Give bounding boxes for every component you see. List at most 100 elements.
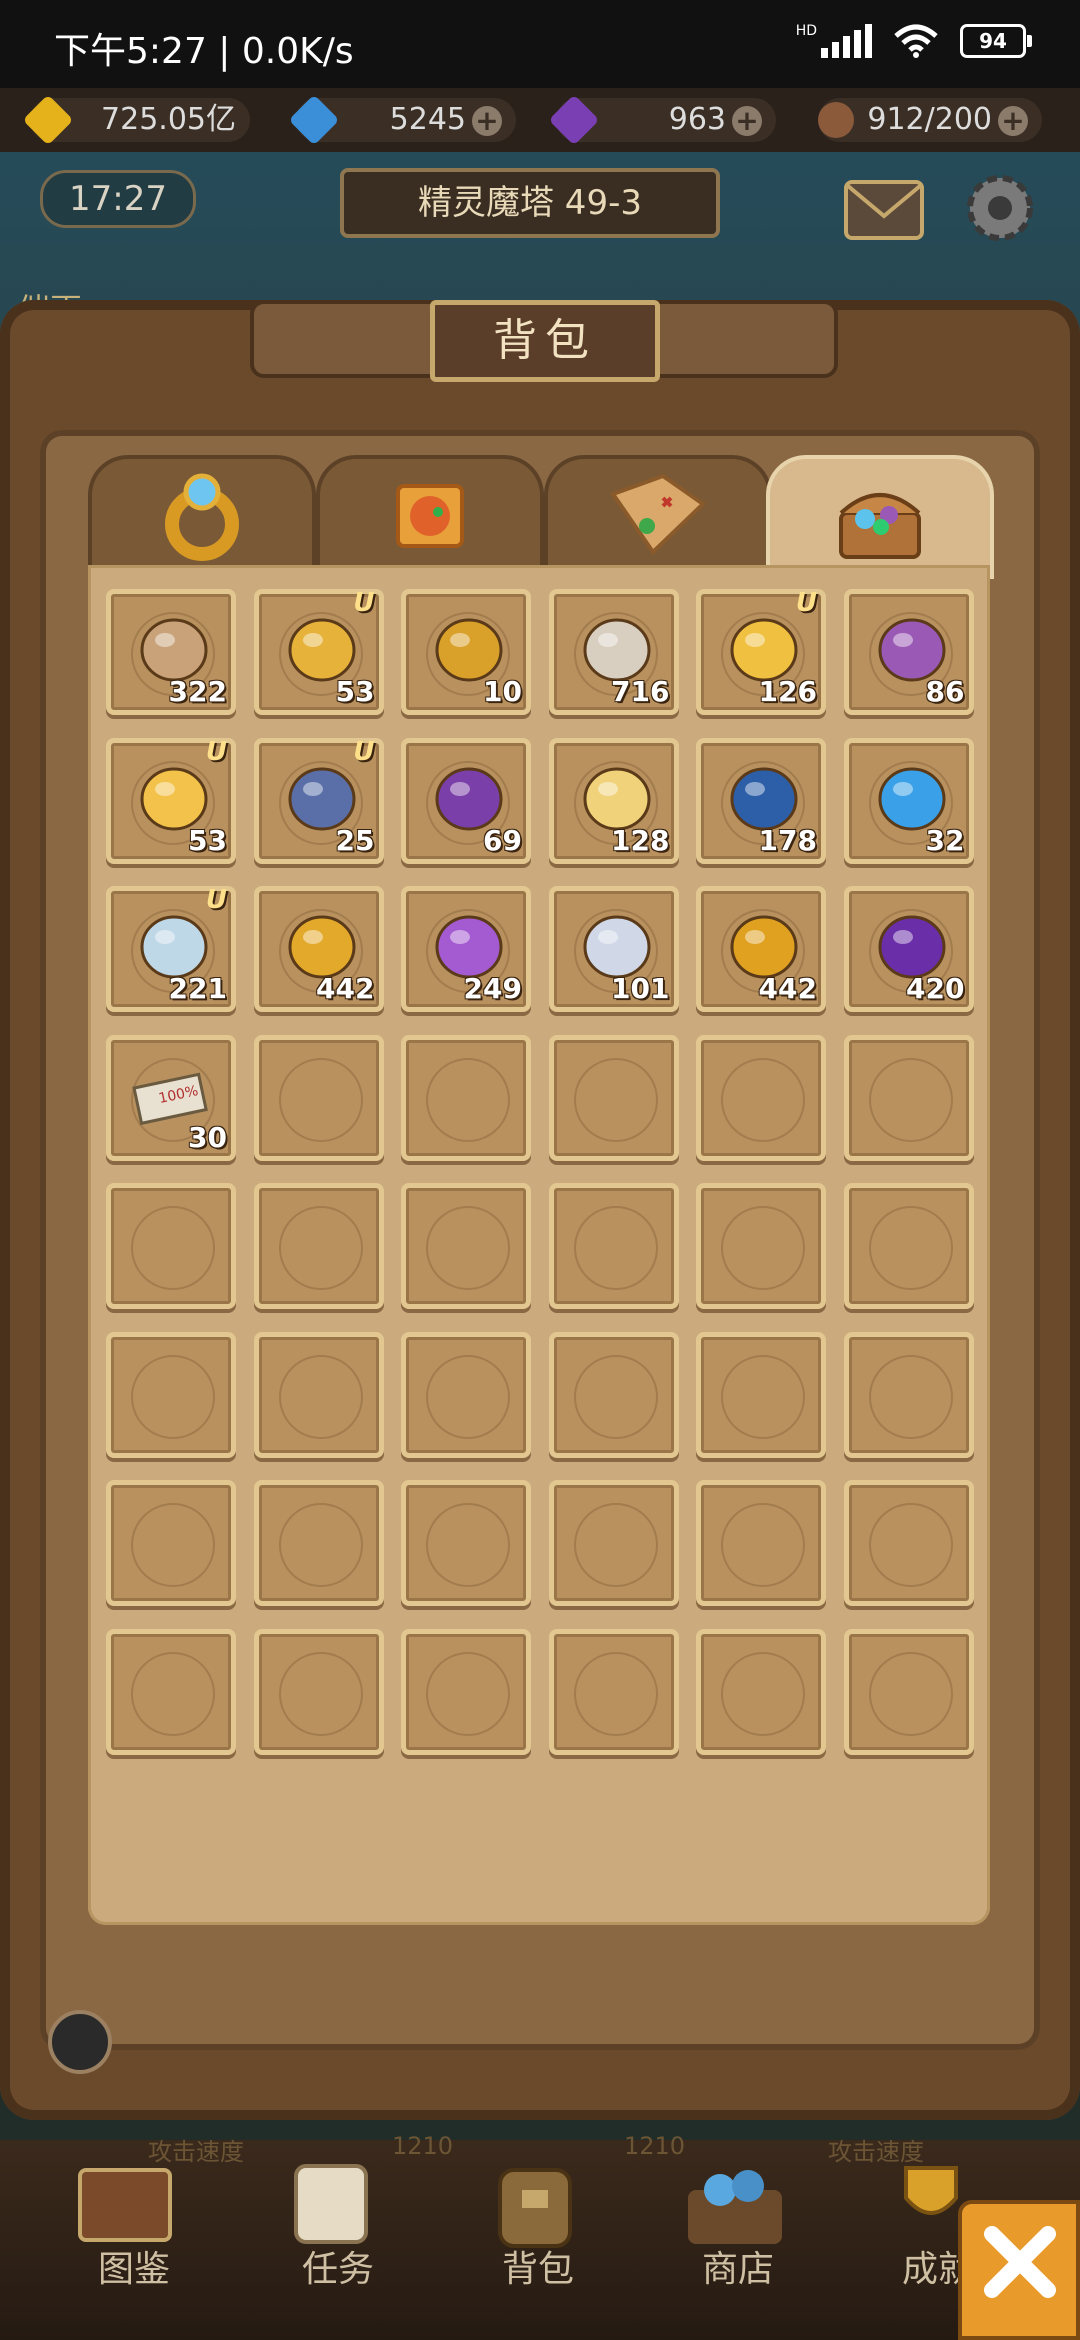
inventory-slot[interactable]: 442 [253, 886, 384, 1012]
inventory-slot[interactable] [106, 1183, 236, 1309]
inventory-slot[interactable] [843, 1628, 974, 1755]
item-count: 322 [168, 675, 227, 708]
inventory-slot[interactable]: 322 [106, 589, 236, 715]
slot-ring [278, 1057, 363, 1142]
nav-shop[interactable]: 商店 [648, 2240, 828, 2292]
nav-quests[interactable]: 任务 [248, 2240, 428, 2292]
inventory-slot[interactable] [401, 1331, 531, 1458]
inventory-slot[interactable] [548, 1034, 679, 1161]
item-count: 86 [925, 675, 965, 708]
inventory-slot[interactable]: 69 [401, 737, 531, 864]
inventory-slot[interactable] [253, 1183, 384, 1309]
inventory-slot[interactable] [253, 1628, 384, 1755]
tab-equipment[interactable] [88, 455, 316, 569]
inventory-slot[interactable]: 53 U [106, 737, 236, 864]
item-count: 53 [188, 823, 227, 857]
inventory-slot[interactable]: 100% 30 [106, 1034, 236, 1161]
stage-label[interactable]: 精灵魔塔 49-3 [340, 168, 720, 238]
inventory-slot[interactable] [106, 1480, 236, 1606]
inventory-slot[interactable] [106, 1628, 236, 1755]
inventory-slot[interactable]: 716 [548, 589, 679, 715]
inventory-slot[interactable] [401, 1183, 531, 1309]
close-button[interactable] [958, 2200, 1080, 2340]
slot-ring [278, 1354, 363, 1439]
circle-button[interactable] [48, 2010, 112, 2074]
backpack-icon [498, 2168, 572, 2248]
item-count: 101 [611, 972, 670, 1005]
tab-items[interactable] [766, 455, 994, 579]
item-count: 221 [168, 972, 227, 1005]
inventory-slot[interactable] [253, 1331, 384, 1458]
inventory-grid: 322 53 U 10 716 126 U 86 53 U 25 U 69 128 178 32 221 U 442… [88, 565, 990, 1925]
inventory-slot[interactable] [253, 1480, 384, 1606]
network-type-label: HD [795, 23, 817, 39]
inventory-slot[interactable] [696, 1034, 826, 1161]
inventory-slot[interactable]: 101 [548, 886, 679, 1012]
inventory-slot[interactable] [843, 1480, 974, 1606]
inventory-slot[interactable] [696, 1480, 826, 1606]
slot-ring [868, 1354, 953, 1439]
stamina-counter: 912/200 + [818, 98, 1042, 142]
tab-maps[interactable] [544, 455, 772, 569]
inventory-slot[interactable] [696, 1331, 826, 1458]
add-stamina-button[interactable]: + [998, 105, 1028, 136]
gold-counter: 725.05亿 [22, 94, 250, 146]
nav-codex[interactable]: 图鉴 [44, 2240, 224, 2292]
slot-ring [573, 1057, 658, 1142]
settings-gear-icon[interactable] [952, 160, 1048, 256]
item-count: 10 [483, 675, 522, 708]
inventory-slot[interactable]: 420 [843, 886, 974, 1012]
inventory-slot[interactable] [548, 1480, 679, 1606]
item-count: 442 [316, 972, 375, 1005]
slot-ring [426, 1057, 510, 1142]
tab-fragments[interactable] [316, 455, 544, 569]
slot-ring [868, 1057, 953, 1142]
inventory-slot[interactable] [253, 1034, 384, 1161]
add-blue-gem-button[interactable]: + [472, 105, 502, 136]
item-count: 178 [758, 823, 817, 857]
item-count: 249 [463, 972, 522, 1005]
slot-ring [868, 1206, 953, 1290]
inventory-slot[interactable] [696, 1183, 826, 1309]
inventory-slot[interactable]: 10 [401, 589, 531, 715]
slot-ring [278, 1206, 363, 1290]
status-bar: 下午5:27 | 0.0K/s HD 94 [0, 0, 1080, 88]
slot-ring [278, 1503, 363, 1587]
treasure-chest-icon [839, 493, 921, 559]
item-count: 128 [611, 823, 670, 857]
inventory-slot[interactable] [548, 1331, 679, 1458]
inventory-slot[interactable]: 442 [696, 886, 826, 1012]
currency-bar: 725.05亿 5245 + 963 + 912/200 + [0, 88, 1080, 152]
inventory-slot[interactable] [548, 1183, 679, 1309]
inventory-slot[interactable]: 25 U [253, 737, 384, 864]
signal-icon: HD [796, 24, 872, 58]
inventory-slot[interactable] [696, 1628, 826, 1755]
inventory-slot[interactable] [401, 1628, 531, 1755]
inventory-slot[interactable]: 126 U [696, 588, 826, 715]
stat-value-1: 1210 [392, 2132, 454, 2160]
inventory-slot[interactable] [843, 1183, 974, 1309]
inventory-slot[interactable]: 53 U [253, 588, 384, 715]
blue-gem-counter: 5245 + [288, 94, 516, 146]
inventory-slot[interactable] [401, 1034, 531, 1161]
inventory-slot[interactable]: 249 [401, 886, 531, 1012]
mail-icon[interactable] [836, 160, 932, 256]
inventory-slot[interactable]: 178 [696, 737, 826, 864]
inventory-slot[interactable] [843, 1034, 974, 1161]
inventory-slot[interactable] [843, 1331, 974, 1458]
nav-backpack[interactable]: 背包 [448, 2240, 628, 2292]
inventory-slot[interactable]: 221 U [106, 885, 236, 1012]
shop-gems-icon [688, 2170, 782, 2244]
add-purple-gem-button[interactable]: + [732, 105, 762, 136]
codex-icon [78, 2168, 172, 2242]
inventory-slot[interactable]: 128 [548, 737, 679, 864]
inventory-slot[interactable] [106, 1331, 236, 1458]
slot-ring [131, 1354, 215, 1439]
inventory-slot[interactable]: 86 [843, 589, 974, 715]
inventory-slot[interactable] [548, 1628, 679, 1755]
inventory-slot[interactable]: 32 [843, 737, 974, 864]
inventory-slot[interactable] [401, 1480, 531, 1606]
slot-ring [868, 1503, 953, 1587]
puzzle-piece-icon [396, 484, 464, 548]
item-count: 32 [925, 823, 965, 857]
